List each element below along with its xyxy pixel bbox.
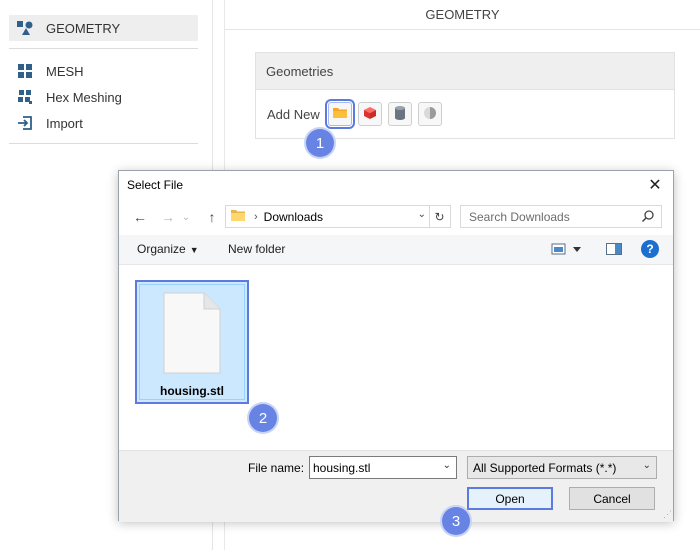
step-badge-2: 2: [249, 404, 277, 432]
open-file-button[interactable]: [324, 99, 355, 129]
add-box-button[interactable]: [357, 102, 382, 126]
sidebar-item-hex-meshing[interactable]: Hex Meshing: [9, 84, 198, 110]
sidebar-item-geometry[interactable]: GEOMETRY: [9, 15, 198, 41]
step-badge-1: 1: [306, 129, 334, 157]
hex-mesh-icon: [16, 88, 34, 106]
recent-locations-chevron-icon[interactable]: ⌄: [177, 207, 195, 227]
close-icon[interactable]: ✕: [645, 175, 665, 195]
select-file-dialog: Select File ✕ ← → ⌄ ↑ › Downloads ⌄ ↻ Se…: [118, 170, 674, 522]
sidebar-divider: [9, 48, 198, 49]
resize-grip-icon[interactable]: ⋰: [663, 509, 672, 520]
file-list: housing.stl: [119, 266, 673, 450]
new-folder-button[interactable]: New folder: [228, 242, 285, 256]
add-cylinder-button[interactable]: [387, 102, 412, 126]
import-icon: [16, 114, 34, 132]
sidebar-item-label: MESH: [46, 63, 84, 79]
refresh-icon[interactable]: ↻: [429, 205, 449, 228]
address-bar[interactable]: › Downloads ⌄: [225, 205, 451, 228]
document-icon: [160, 291, 224, 378]
file-name-value: housing.stl: [313, 460, 371, 475]
chevron-down-icon[interactable]: ⌄: [443, 460, 451, 471]
geometries-panel: Geometries Add New: [255, 52, 675, 139]
sidebar-divider: [9, 143, 198, 144]
file-type-select[interactable]: All Supported Formats (*.*) ⌄: [467, 456, 657, 479]
dialog-toolbar: Organize ▼ New folder ?: [119, 235, 673, 265]
cube-icon: [362, 105, 378, 124]
help-icon[interactable]: ?: [641, 240, 659, 258]
app-window: GEOMETRY MESH Hex Meshing Import GEOMETR…: [0, 0, 700, 550]
folder-icon: [332, 106, 348, 122]
file-name-label: File name:: [248, 461, 305, 475]
caret-down-icon: ▼: [189, 245, 199, 255]
open-button[interactable]: Open: [467, 487, 553, 510]
file-name-input[interactable]: housing.stl ⌄: [309, 456, 457, 479]
chevron-down-icon: ⌄: [642, 460, 651, 471]
forward-arrow-icon[interactable]: →: [159, 207, 177, 227]
geometries-heading: Geometries: [256, 53, 674, 90]
organize-menu[interactable]: Organize ▼: [137, 242, 199, 256]
cylinder-icon: [393, 105, 407, 124]
change-view-icon[interactable]: [551, 243, 581, 258]
sidebar-item-label: Hex Meshing: [46, 89, 122, 105]
sphere-icon: [422, 105, 438, 124]
sidebar-item-label: Import: [46, 115, 83, 131]
sidebar-item-label: GEOMETRY: [46, 20, 121, 36]
search-input[interactable]: Search Downloads: [460, 205, 662, 228]
breadcrumb-separator: ›: [254, 210, 258, 223]
file-item-housing-stl[interactable]: housing.stl: [135, 280, 249, 404]
sidebar-item-mesh[interactable]: MESH: [9, 58, 198, 84]
sidebar-item-import[interactable]: Import: [9, 110, 198, 136]
step-badge-3: 3: [442, 507, 470, 535]
back-arrow-icon[interactable]: ←: [131, 207, 149, 227]
geometry-shapes-icon: [16, 19, 34, 37]
mesh-grid-icon: [16, 62, 34, 80]
file-name-label: housing.stl: [160, 384, 224, 398]
cancel-button[interactable]: Cancel: [569, 487, 655, 510]
search-placeholder: Search Downloads: [469, 209, 570, 224]
up-arrow-icon[interactable]: ↑: [203, 207, 221, 227]
file-type-value: All Supported Formats (*.*): [473, 460, 617, 475]
folder-icon: [230, 208, 246, 225]
dialog-title: Select File: [127, 178, 184, 192]
search-icon: [641, 209, 655, 226]
organize-label: Organize: [137, 242, 186, 256]
breadcrumb-downloads[interactable]: Downloads: [264, 210, 323, 224]
dialog-footer: File name: housing.stl ⌄ All Supported F…: [119, 450, 673, 522]
chevron-down-icon[interactable]: ⌄: [418, 209, 426, 220]
navigation-bar: ← → ⌄ ↑ › Downloads ⌄ ↻ Search Downloads: [119, 205, 673, 229]
file-item-selection: housing.stl: [139, 284, 245, 400]
add-new-label: Add New: [267, 106, 320, 122]
add-sphere-button[interactable]: [417, 102, 442, 126]
preview-pane-icon[interactable]: [606, 243, 622, 258]
page-title: GEOMETRY: [225, 0, 700, 30]
